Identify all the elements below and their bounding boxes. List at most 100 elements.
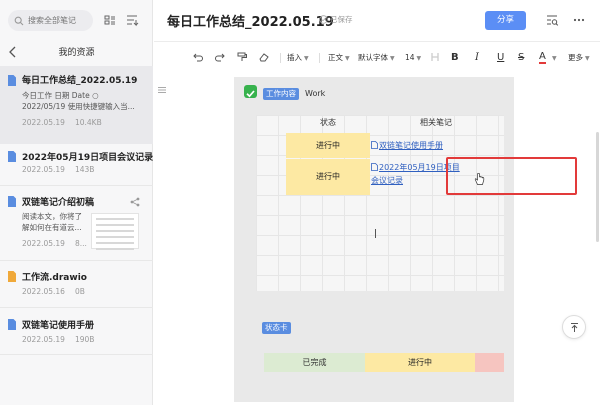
doc-date: 2022.05.19 [22,118,65,127]
divider [0,354,153,355]
doc-file-icon [8,75,16,86]
font-dropdown[interactable]: 默认字体 ▼ [358,51,395,64]
format-painter-icon[interactable] [236,51,248,64]
doc-date: 2022.05.16 [22,287,65,296]
status-strip: 已完成 进行中 [264,353,504,372]
eraser-icon[interactable] [258,51,270,64]
text-cursor [375,229,376,238]
toolbar-separator [280,53,281,63]
status-card-tag: 状态卡 [262,322,291,334]
bold-icon[interactable]: B [451,51,459,64]
check-icon [244,85,257,98]
paragraph-dropdown[interactable]: 正文 ▼ [328,51,350,64]
undo-icon[interactable] [192,51,204,64]
outline-search-icon[interactable] [545,13,559,27]
size-dropdown[interactable]: 14 ▼ [405,51,421,64]
status-done[interactable]: 已完成 [264,353,365,372]
insert-dropdown[interactable]: 插入 ▼ [287,51,309,64]
doc-title: 双链笔记使用手册 [22,321,95,331]
note-link[interactable]: 双链笔记使用手册 [371,139,501,152]
doc-title: 每日工作总结_2022.05.19 [22,76,138,86]
caret-down-icon: ▼ [416,55,422,62]
doc-file-icon [8,319,16,330]
resources-title: 我的资源 [58,48,95,58]
doc-snippet: 阅读本文，你将了 [22,212,82,221]
doc-snippet: 解如何在有道云... [22,223,82,232]
scrollbar[interactable] [596,132,599,242]
doc-list-item[interactable]: 每日工作总结_2022.05.19 今日工作 日期 Date ○ 2022/05… [0,66,153,144]
grid-view-icon[interactable] [103,13,117,27]
insert-label: 插入 [287,53,302,62]
strikethrough-icon[interactable]: S [518,51,524,64]
redo-icon[interactable] [214,51,226,64]
doc-date: 2022.05.19 [22,239,65,248]
sort-icon[interactable] [125,13,139,27]
status-in-progress[interactable]: 进行中 [365,353,475,372]
format-toolbar: 插入 ▼ 正文 ▼ 默认字体 ▼ 14 ▼ B I U S A ▼ 更多 ▼ [154,43,600,71]
note-link-text: 会议记录 [371,176,403,185]
search-input[interactable] [28,16,92,25]
underline-icon[interactable]: U [497,51,504,64]
doc-link-icon [371,163,378,171]
back-to-top-button[interactable] [562,315,586,339]
doc-size: 190B [74,335,95,344]
arrow-up-icon [570,322,578,332]
paragraph-label: 正文 [328,53,343,62]
doc-title: 双链笔记介绍初稿 [22,198,95,208]
doc-snippet: 2022/05/19 使用快捷键输入当... [22,102,135,111]
column-header-status: 状态 [320,118,336,127]
saved-label: 已保存 [330,15,353,24]
more-label: 更多 [568,53,583,62]
note-link-text: 双链笔记使用手册 [379,141,443,150]
header: 每日工作总结_2022.05.19 已保存 分享 [154,0,600,42]
highlight-box [446,157,577,195]
saved-status: 已保存 [319,14,353,25]
caret-down-icon[interactable]: ▼ [550,51,557,64]
caret-down-icon: ▼ [304,55,309,62]
doc-list-item[interactable]: 2022年05月19日项目会议记录 2022.05.19 143B [0,145,153,183]
doc-title: 工作流.drawio [22,273,87,283]
work-label: Work [305,89,326,98]
caret-down-icon: ▼ [390,55,395,62]
caret-down-icon: ▼ [585,55,590,62]
doc-file-icon [8,196,16,207]
search-box[interactable] [8,10,93,31]
heading-icon[interactable] [429,51,441,64]
more-dropdown[interactable]: 更多 ▼ [568,51,590,64]
doc-list-item[interactable]: 双链笔记使用手册 2022.05.19 190B [0,308,153,354]
status-pending[interactable] [475,353,504,372]
italic-icon[interactable]: I [475,51,479,64]
drawio-file-icon [8,271,16,282]
hand-cursor-icon [474,173,485,185]
doc-link-icon [371,141,378,149]
block-menu-icon[interactable] [158,86,166,94]
doc-title: 2022年05月19日项目会议记录 [22,153,154,163]
status-cell[interactable]: 进行中 [286,159,370,195]
doc-size: 8... [74,239,87,248]
caret-down-icon: ▼ [345,55,350,62]
app-window: 我的资源 每日工作总结_2022.05.19 今日工作 日期 Date ○ 20… [0,0,600,405]
doc-size: 10.4KB [74,118,102,127]
check-circle-icon [319,15,328,24]
doc-date: 2022.05.19 [22,165,65,174]
section-tag: 工作内容 [263,88,299,100]
doc-date: 2022.05.19 [22,335,65,344]
doc-file-icon [8,151,16,162]
share-button[interactable]: 分享 [485,11,526,30]
search-icon [14,16,24,25]
more-icon[interactable] [572,13,586,27]
sidebar: 我的资源 每日工作总结_2022.05.19 今日工作 日期 Date ○ 20… [0,0,153,405]
doc-size: 0B [74,287,85,296]
embedded-board[interactable]: 工作内容 Work 状态 相关笔记 进行中 双链笔记使用手册 进行中 2022年… [234,77,577,402]
size-label: 14 [405,53,415,62]
doc-snippet: 今日工作 日期 Date ○ [22,91,99,100]
font-color-icon[interactable]: A [539,51,546,64]
editor-area[interactable]: 工作内容 Work 状态 相关笔记 进行中 双链笔记使用手册 进行中 2022年… [154,72,600,405]
doc-list-item[interactable]: 工作流.drawio 2022.05.16 0B [0,261,153,307]
column-header-notes: 相关笔记 [420,118,452,127]
page-title: 每日工作总结_2022.05.19 [167,15,334,30]
status-cell[interactable]: 进行中 [286,133,370,158]
doc-thumbnail [91,213,139,250]
toolbar-separator [319,53,320,63]
share-icon[interactable] [130,197,140,207]
